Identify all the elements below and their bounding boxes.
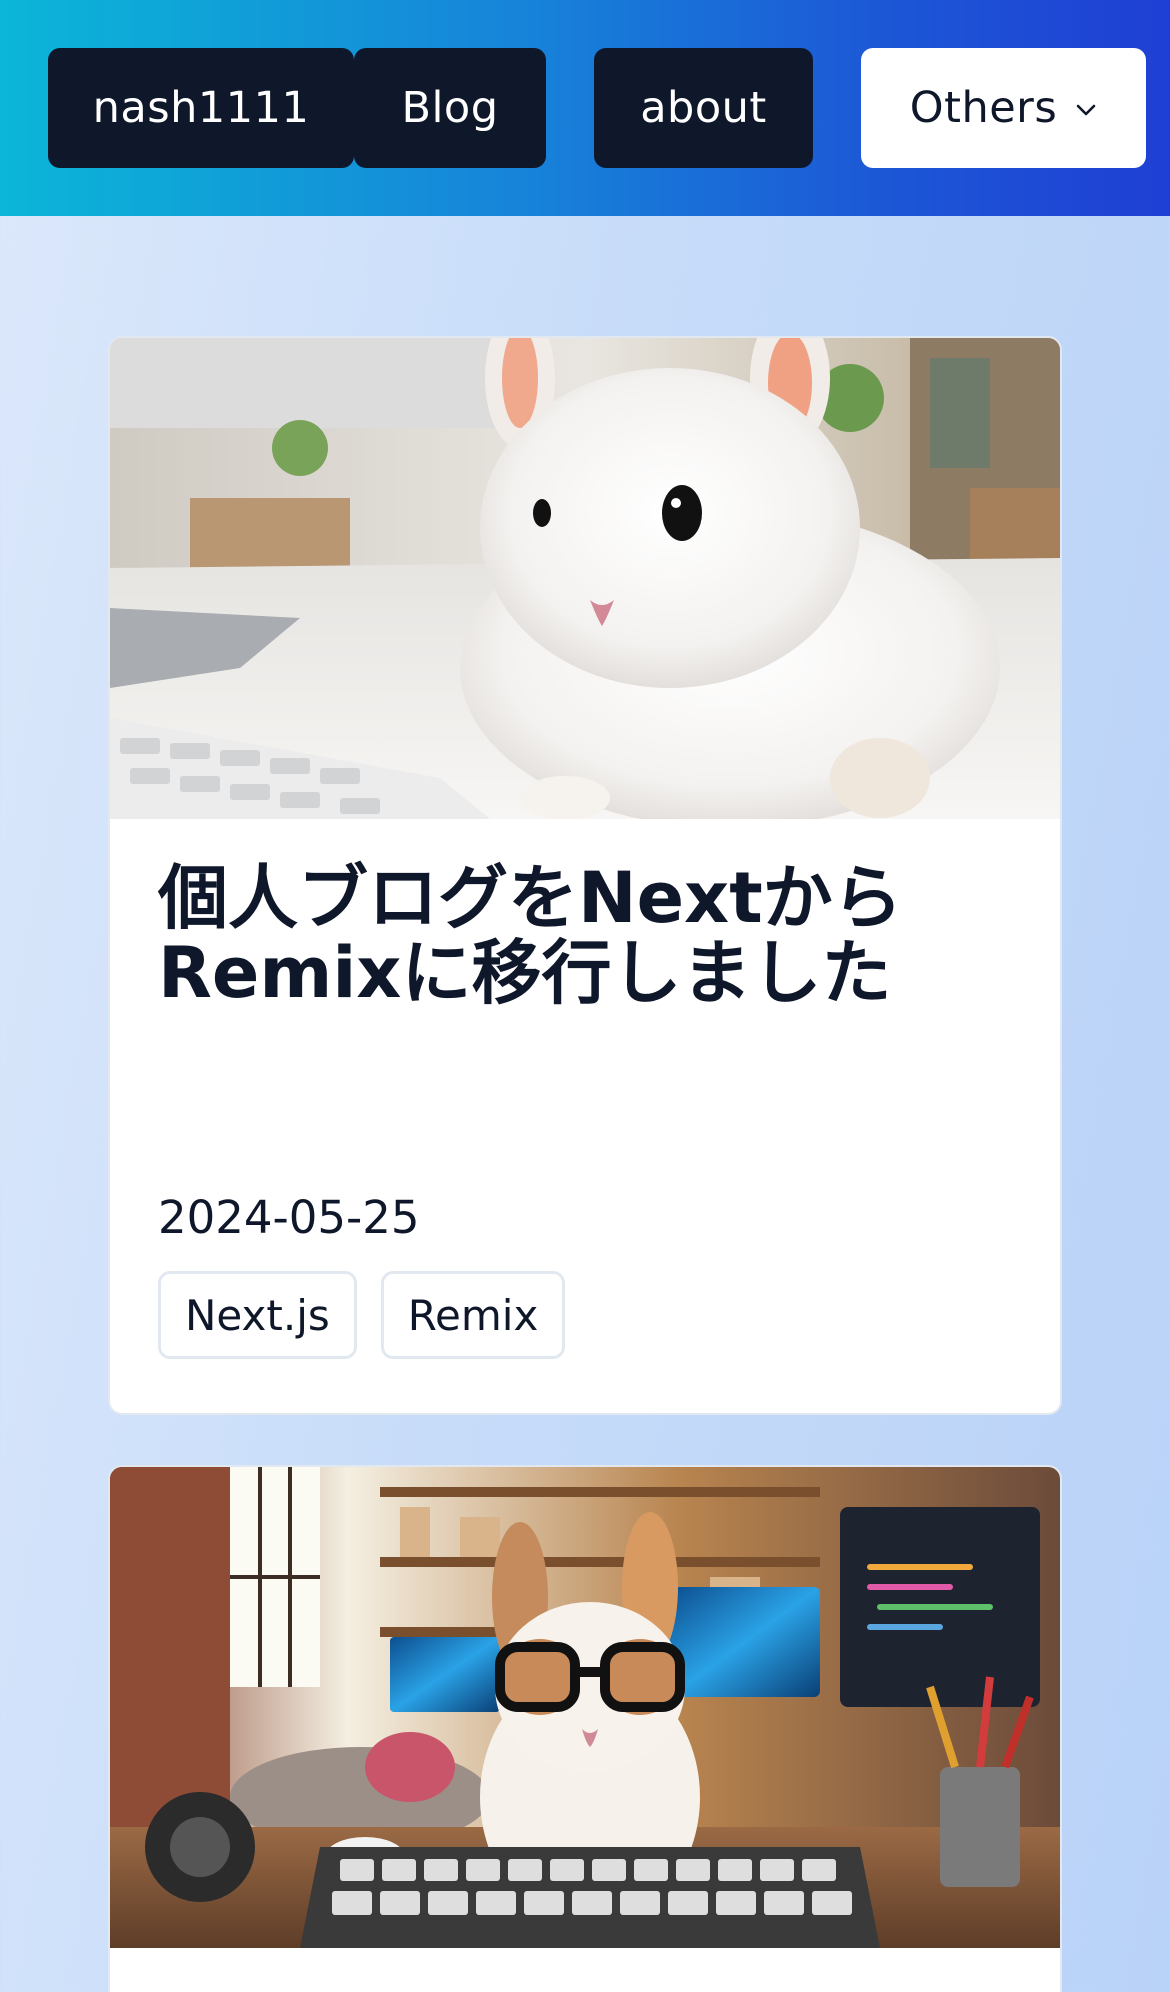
site-header: nash1111 Blog about Others	[0, 0, 1170, 216]
rabbit-with-glasses-image	[110, 1467, 1060, 1948]
post-card[interactable]: 個人ブログをNextからRemixに移行しました 2024-05-25 Next…	[108, 336, 1062, 1415]
home-nav-button[interactable]: nash1111	[48, 48, 354, 168]
about-nav-button[interactable]: about	[594, 48, 813, 168]
tag-nextjs[interactable]: Next.js	[158, 1271, 357, 1359]
post-tags: Next.js Remix	[158, 1271, 566, 1359]
others-dropdown-label: Others	[909, 83, 1058, 133]
post-thumbnail[interactable]	[110, 338, 1060, 819]
post-title[interactable]: 個人ブログをNextからRemixに移行しました	[158, 861, 978, 1011]
blog-nav-button[interactable]: Blog	[354, 48, 546, 168]
tag-remix[interactable]: Remix	[380, 1271, 566, 1359]
others-dropdown-button[interactable]: Others	[861, 48, 1146, 168]
white-rabbit-image	[110, 338, 1060, 819]
post-thumbnail[interactable]	[110, 1467, 1060, 1948]
chevron-down-icon	[1076, 104, 1096, 116]
post-date: 2024-05-25	[158, 1191, 420, 1244]
post-card[interactable]	[108, 1465, 1062, 1992]
